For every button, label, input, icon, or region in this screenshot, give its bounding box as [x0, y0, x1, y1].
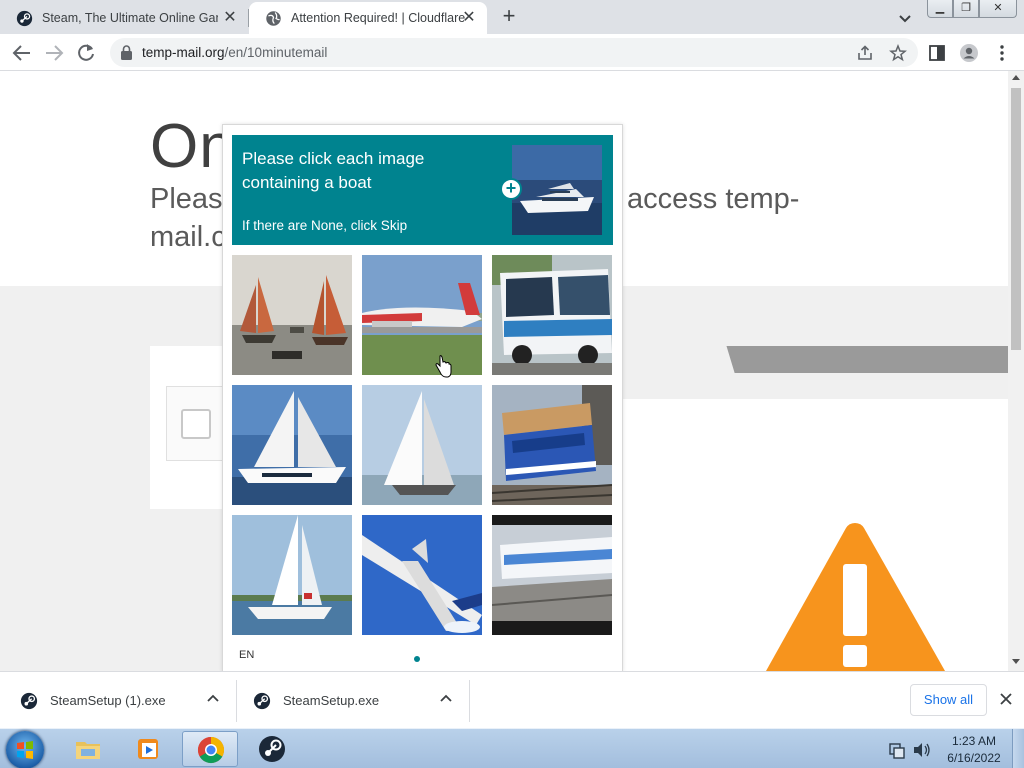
taskbar-media-player[interactable] [120, 731, 176, 767]
chrome-icon [197, 736, 225, 764]
language-selector[interactable]: EN [239, 649, 254, 661]
download-item[interactable]: SteamSetup (1).exe [20, 672, 166, 729]
sailboat-image [232, 515, 352, 635]
hand-cursor-icon [435, 355, 452, 378]
media-player-icon [138, 739, 158, 759]
lock-icon[interactable] [120, 45, 133, 60]
taskbar-explorer[interactable] [60, 731, 116, 767]
taskbar-steam[interactable] [244, 731, 300, 767]
tab-title: Steam, The Ultimate Online Game Platform [42, 11, 218, 25]
browser-toolbar: temp-mail.org/en/10minutemail [0, 34, 1024, 71]
download-filename: SteamSetup (1).exe [50, 693, 166, 708]
globe-icon [266, 10, 281, 26]
boat-example-image[interactable] [512, 145, 602, 235]
vertical-scrollbar[interactable] [1008, 71, 1024, 671]
close-window-button[interactable]: ✕ [979, 0, 1017, 18]
airplane-image [362, 515, 482, 635]
captcha-image-cell[interactable] [362, 255, 482, 375]
tab-cloudflare[interactable]: Attention Required! | Cloudflare ✕ [249, 2, 487, 34]
menu-kebab-icon[interactable] [992, 43, 1012, 63]
scroll-up-arrow-icon[interactable] [1012, 75, 1020, 80]
side-panel-icon[interactable] [927, 43, 947, 63]
captcha-image-cell[interactable] [232, 255, 352, 375]
downloads-bar: SteamSetup (1).exe SteamSetup.exe Show a… [0, 671, 1024, 728]
captcha-image-cell[interactable] [362, 515, 482, 635]
steam-icon [20, 692, 38, 709]
taskbar-chrome[interactable] [182, 731, 238, 767]
url-host: temp-mail.org [142, 45, 225, 60]
steam-icon [259, 736, 285, 762]
captcha-prompt: Please click each image containing a boa… [232, 135, 613, 245]
chevron-up-icon[interactable] [439, 692, 453, 706]
download-filename: SteamSetup.exe [283, 693, 380, 708]
windows-taskbar: 1:23 AM 6/16/2022 [0, 728, 1024, 768]
human-verification-checkbox[interactable] [181, 409, 211, 439]
download-separator [236, 680, 237, 722]
url-text[interactable]: temp-mail.org/en/10minutemail [142, 45, 327, 60]
close-tab-icon[interactable]: ✕ [222, 10, 238, 26]
scroll-down-arrow-icon[interactable] [1012, 659, 1020, 664]
clock-date[interactable]: 6/16/2022 [944, 751, 1004, 765]
show-desktop-button[interactable] [1012, 729, 1024, 768]
download-item[interactable]: SteamSetup.exe [253, 672, 379, 729]
steam-icon [16, 10, 33, 26]
system-tray-icons[interactable] [888, 741, 932, 759]
show-all-downloads-button[interactable]: Show all [910, 684, 987, 716]
clock-time[interactable]: 1:23 AM [944, 734, 1004, 748]
captcha-image-cell[interactable] [492, 515, 612, 635]
folder-icon [76, 742, 100, 759]
sailboats-image [232, 255, 352, 375]
share-icon[interactable] [856, 44, 874, 62]
address-bar[interactable]: temp-mail.org/en/10minutemail [110, 38, 918, 67]
steam-icon [253, 692, 271, 709]
train-image [492, 515, 612, 635]
captcha-hint: If there are None, click Skip [242, 218, 408, 233]
warning-icon [766, 523, 945, 671]
expand-example-icon[interactable]: + [500, 178, 522, 200]
captcha-instruction: Please click each image containing a boa… [242, 149, 425, 192]
page-subtitle-continued: mail.c [150, 221, 226, 253]
captcha-image-cell[interactable] [492, 385, 612, 505]
profile-avatar-icon[interactable] [959, 43, 979, 63]
tab-strip: Steam, The Ultimate Online Game Platform… [0, 0, 1024, 34]
url-path: /en/10minutemail [224, 45, 328, 60]
tab-title: Attention Required! | Cloudflare [291, 11, 466, 25]
chevron-down-icon[interactable] [896, 9, 914, 27]
captcha-image-cell[interactable] [362, 385, 482, 505]
captcha-image-cell[interactable] [232, 515, 352, 635]
airplane-image [362, 255, 482, 375]
captcha-image-cell[interactable] [492, 255, 612, 375]
download-separator [469, 680, 470, 722]
start-button[interactable] [6, 731, 44, 768]
sailboat-image [232, 385, 352, 505]
chevron-up-icon[interactable] [206, 692, 220, 706]
close-icon[interactable] [998, 691, 1014, 707]
new-tab-button[interactable]: + [498, 5, 520, 28]
close-tab-icon[interactable]: ✕ [461, 10, 477, 26]
train-image [492, 385, 612, 505]
star-icon[interactable] [889, 44, 907, 62]
bus-image [492, 255, 612, 375]
captcha-challenge: Please click each image containing a boa… [222, 124, 623, 672]
reload-icon[interactable] [74, 41, 98, 65]
page-indicator-dot [414, 656, 420, 662]
sailboat-image [362, 385, 482, 505]
restore-window-button[interactable]: ❐ [953, 0, 979, 18]
forward-icon[interactable] [42, 41, 66, 65]
minimize-window-button[interactable]: ▁ [927, 0, 953, 18]
windows-logo-icon [17, 741, 33, 759]
back-icon[interactable] [10, 41, 34, 65]
scrollbar-thumb[interactable] [1011, 88, 1021, 350]
page-subtitle-right: access temp- [627, 183, 800, 215]
captcha-image-cell[interactable] [232, 385, 352, 505]
tab-steam[interactable]: Steam, The Ultimate Online Game Platform… [0, 2, 248, 34]
decorative-band [600, 346, 1008, 373]
